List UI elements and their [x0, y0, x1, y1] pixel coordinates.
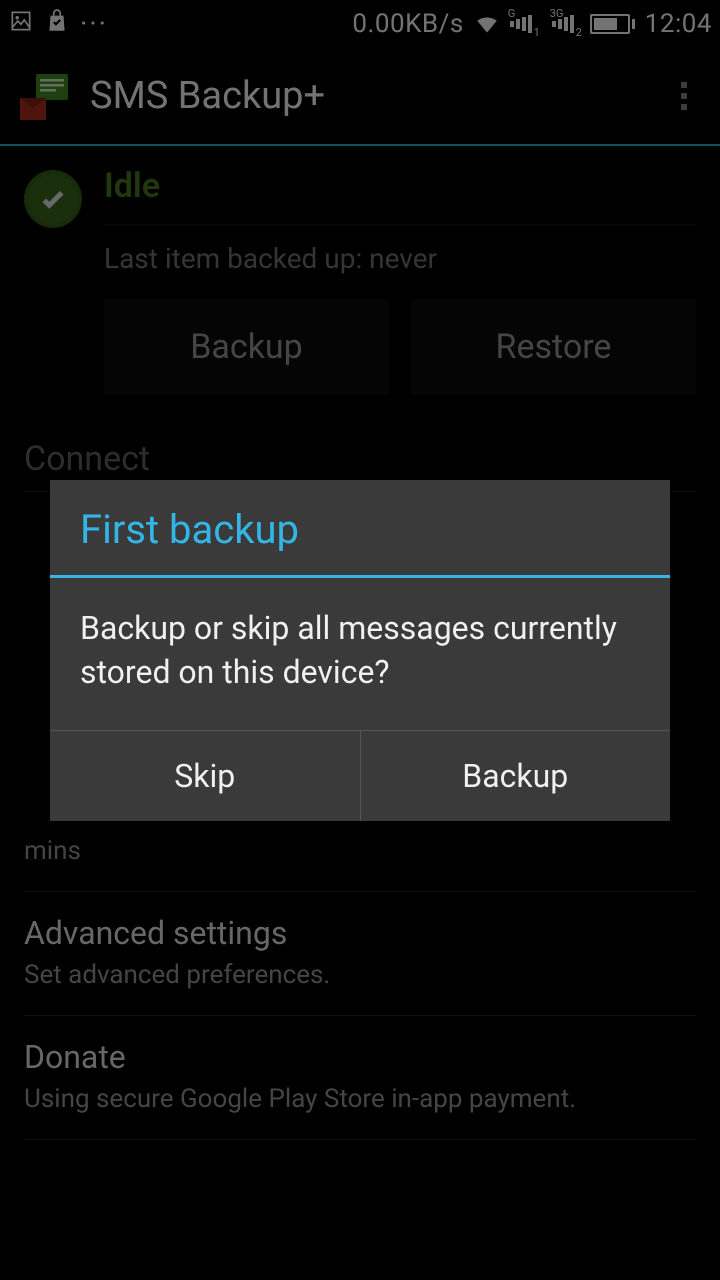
dialog-body: Backup or skip all messages currently st… [50, 578, 670, 730]
dialog-skip-button[interactable]: Skip [50, 731, 360, 821]
dialog-title: First backup [50, 480, 670, 575]
dialog-backup-button[interactable]: Backup [360, 731, 671, 821]
first-backup-dialog: First backup Backup or skip all messages… [50, 480, 670, 821]
